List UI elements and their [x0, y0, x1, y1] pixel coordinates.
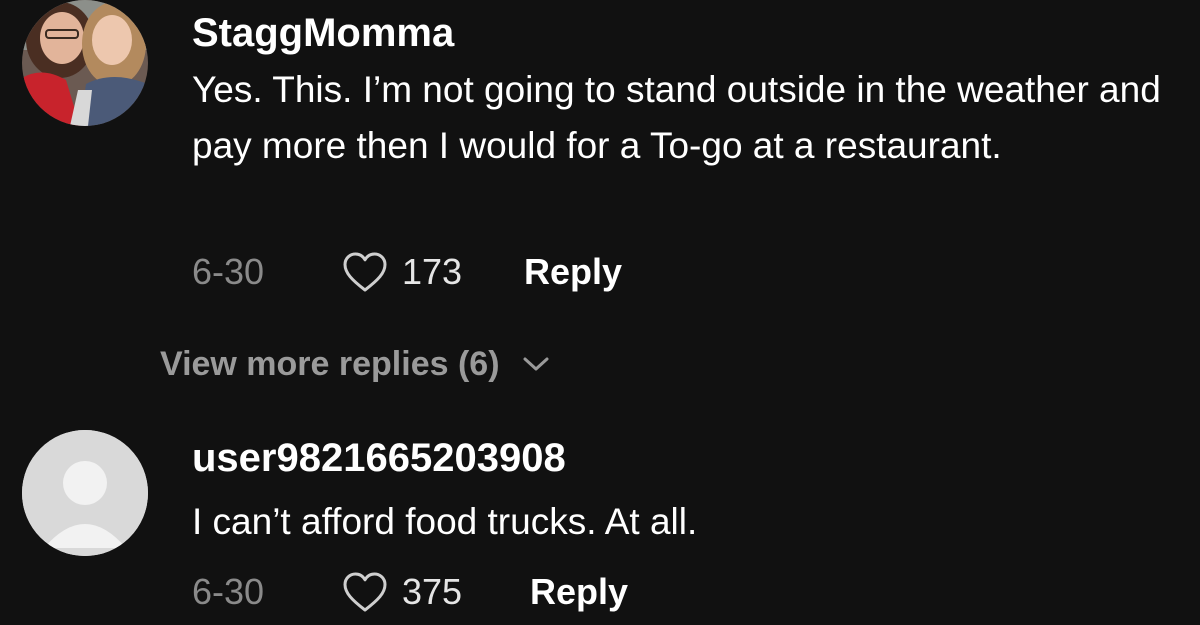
- default-user-icon: [22, 430, 148, 556]
- comment-username[interactable]: StaggMomma: [192, 10, 454, 56]
- view-more-replies-button[interactable]: View more replies (6): [160, 340, 550, 388]
- comment-date: 6-30: [192, 251, 265, 292]
- reply-button[interactable]: Reply: [530, 571, 628, 613]
- comment-meta: 6-30 375 Reply: [192, 568, 628, 616]
- heart-icon: [343, 572, 387, 612]
- view-more-label: View more replies (6): [160, 344, 500, 383]
- heart-icon: [343, 252, 387, 292]
- like-count: 173: [402, 251, 463, 292]
- reply-button[interactable]: Reply: [524, 251, 622, 293]
- like-count: 375: [402, 571, 463, 612]
- like-button[interactable]: 173: [342, 251, 524, 293]
- comment-text: Yes. This. I’m not going to stand outsid…: [192, 69, 1161, 166]
- chevron-down-icon: [523, 357, 549, 371]
- comment-date: 6-30: [192, 571, 265, 612]
- like-button[interactable]: 375: [342, 571, 530, 613]
- photo-avatar-icon: [22, 0, 148, 126]
- avatar[interactable]: [22, 0, 148, 126]
- avatar[interactable]: [22, 430, 148, 556]
- comment-meta: 6-30 173 Reply: [192, 248, 622, 296]
- comment-text: I can’t afford food trucks. At all.: [192, 501, 698, 542]
- comment-username[interactable]: user9821665203908: [192, 435, 566, 481]
